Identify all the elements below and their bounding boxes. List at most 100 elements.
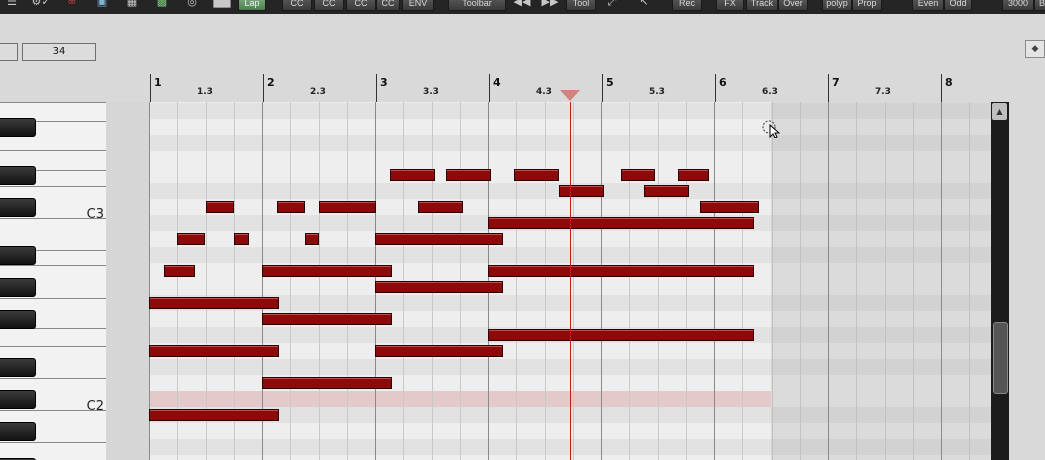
keyboard-gutter bbox=[106, 102, 149, 460]
beat-number: 5.3 bbox=[649, 87, 665, 97]
cc-button-1[interactable]: CC bbox=[282, 0, 312, 11]
midi-note[interactable] bbox=[234, 233, 249, 245]
grid-row-outside bbox=[771, 359, 991, 375]
midi-note[interactable] bbox=[418, 201, 463, 213]
grid-row-outside bbox=[771, 327, 991, 343]
bi-button[interactable]: Bi bbox=[1034, 0, 1045, 11]
midi-note[interactable] bbox=[644, 185, 689, 197]
odd-button[interactable]: Odd bbox=[944, 0, 972, 11]
timeline-ruler[interactable]: 1 2 3 4 5 6 7 8 1.3 2.3 3.3 4.3 5.3 6.3 7.3 bbox=[0, 74, 1045, 102]
gear-icon[interactable]: ⚙✓ bbox=[28, 0, 54, 7]
tool-button[interactable]: Tool bbox=[566, 0, 596, 11]
grid-beat-line bbox=[177, 102, 178, 460]
toolbar-button[interactable]: Toolbar bbox=[448, 0, 506, 11]
midi-note[interactable] bbox=[488, 329, 754, 341]
prop-button[interactable]: Prop bbox=[852, 0, 882, 11]
midi-note[interactable] bbox=[375, 345, 503, 357]
midi-note[interactable] bbox=[277, 201, 305, 213]
over-button[interactable]: Over bbox=[778, 0, 808, 11]
midi-note[interactable] bbox=[488, 265, 754, 277]
black-key[interactable] bbox=[0, 358, 36, 377]
polyp-button[interactable]: polyp bbox=[822, 0, 852, 11]
black-key[interactable] bbox=[0, 246, 36, 265]
scroll-up-button[interactable]: ▲ bbox=[992, 103, 1007, 120]
vertical-scrollbar[interactable] bbox=[991, 102, 1009, 460]
bar-number: 5 bbox=[606, 76, 614, 89]
grid-row-outside bbox=[771, 455, 991, 460]
midi-note[interactable] bbox=[262, 377, 392, 389]
midi-note[interactable] bbox=[305, 233, 319, 245]
midi-note[interactable] bbox=[164, 265, 195, 277]
midi-note[interactable] bbox=[621, 169, 655, 181]
black-key[interactable] bbox=[0, 278, 36, 297]
key-label-c3: C3 bbox=[86, 207, 104, 222]
black-key[interactable] bbox=[0, 166, 36, 185]
midi-note[interactable] bbox=[559, 185, 604, 197]
grid-beat-line bbox=[206, 102, 207, 460]
black-key[interactable] bbox=[0, 310, 36, 329]
circle-icon[interactable]: ◎ bbox=[180, 0, 204, 7]
grid-row-outside bbox=[771, 215, 991, 231]
cc-button-2[interactable]: CC bbox=[314, 0, 344, 11]
forward-icon[interactable]: ▶▶ bbox=[538, 0, 562, 7]
grid-row-outside bbox=[771, 247, 991, 263]
midi-note[interactable] bbox=[319, 201, 376, 213]
white-key-divider bbox=[0, 298, 106, 299]
menu-icon[interactable]: ☰ bbox=[4, 0, 20, 7]
expand-icon[interactable]: ⤢ bbox=[600, 0, 624, 7]
even-button[interactable]: Even bbox=[912, 0, 944, 11]
rec-button[interactable]: Rec bbox=[672, 0, 702, 11]
note-grid[interactable] bbox=[149, 102, 771, 460]
grid-size-field[interactable]: 34 bbox=[22, 43, 96, 61]
piano-keyboard[interactable]: C3 C2 bbox=[0, 102, 108, 460]
midi-note[interactable] bbox=[514, 169, 559, 181]
value-field[interactable]: 3000 bbox=[1002, 0, 1034, 11]
black-key[interactable] bbox=[0, 390, 36, 409]
cc-button-3[interactable]: CC bbox=[346, 0, 376, 11]
bar-line bbox=[715, 74, 716, 102]
monitor-icon[interactable]: ▣ bbox=[90, 0, 114, 7]
midi-note[interactable] bbox=[375, 233, 503, 245]
midi-note[interactable] bbox=[262, 265, 392, 277]
black-key[interactable] bbox=[0, 422, 36, 441]
bar-line bbox=[150, 74, 151, 102]
midi-note[interactable] bbox=[446, 169, 491, 181]
lap-button[interactable]: Lap bbox=[238, 0, 266, 11]
fx-button[interactable]: FX bbox=[716, 0, 744, 11]
midi-note[interactable] bbox=[149, 409, 279, 421]
grid-bar-line bbox=[601, 102, 602, 460]
black-key[interactable] bbox=[0, 118, 36, 137]
black-key[interactable] bbox=[0, 198, 36, 217]
midi-note[interactable] bbox=[375, 281, 503, 293]
left-field[interactable] bbox=[0, 43, 18, 61]
scrollbar-thumb[interactable] bbox=[993, 322, 1008, 394]
grid-row-outside bbox=[771, 167, 991, 183]
midi-note[interactable] bbox=[488, 217, 754, 229]
midi-note[interactable] bbox=[177, 233, 205, 245]
midi-note[interactable] bbox=[700, 201, 759, 213]
grid-bar-line bbox=[262, 102, 263, 460]
snap-icon[interactable]: ▩ bbox=[150, 0, 174, 7]
grid-icon[interactable]: ▦ bbox=[118, 0, 146, 7]
toggle-panel-button[interactable]: ◆ bbox=[1025, 40, 1045, 58]
track-button[interactable]: Track bbox=[746, 0, 778, 11]
beat-number: 2.3 bbox=[310, 87, 326, 97]
beat-number: 7.3 bbox=[875, 87, 891, 97]
loop-icon[interactable]: ∞ bbox=[62, 0, 82, 7]
cc-button-4[interactable]: CC bbox=[376, 0, 400, 11]
grid-beyond-end[interactable] bbox=[771, 102, 991, 460]
grid-bar-line-outside bbox=[941, 102, 942, 460]
midi-note[interactable] bbox=[390, 169, 435, 181]
env-button[interactable]: ENV bbox=[402, 0, 434, 11]
midi-note[interactable] bbox=[262, 313, 392, 325]
rewind-icon[interactable]: ◀◀ bbox=[510, 0, 534, 7]
bars-icon[interactable]: ██ bbox=[210, 0, 234, 7]
arrow-icon[interactable]: ↖ bbox=[632, 0, 656, 7]
grid-row-outside bbox=[771, 375, 991, 391]
playhead-marker[interactable] bbox=[560, 90, 580, 101]
white-key-divider bbox=[0, 378, 106, 379]
midi-note[interactable] bbox=[149, 345, 279, 357]
midi-note[interactable] bbox=[149, 297, 279, 309]
midi-note[interactable] bbox=[206, 201, 234, 213]
midi-note[interactable] bbox=[678, 169, 709, 181]
